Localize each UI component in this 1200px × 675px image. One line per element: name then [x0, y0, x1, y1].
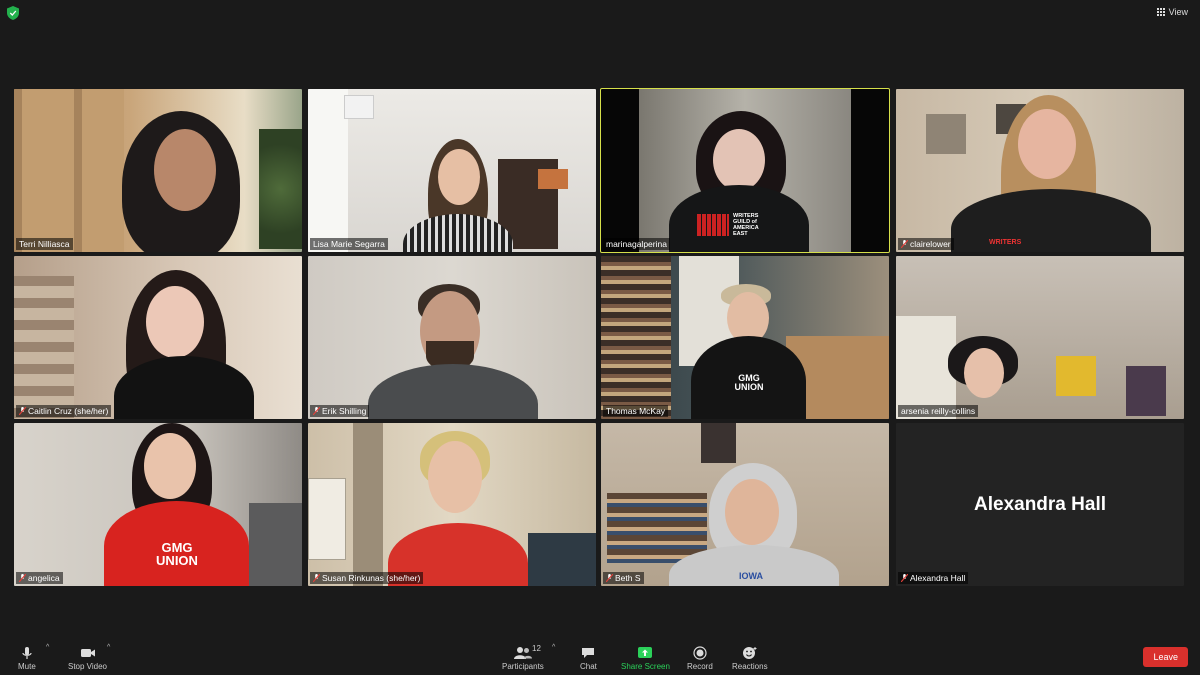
video-tile[interactable]: Terri Nilliasca: [14, 89, 302, 252]
video-tile[interactable]: GMG UNION angelica: [14, 423, 302, 586]
video-tile[interactable]: Erik Shilling: [308, 256, 596, 419]
participant-name: Thomas McKay: [606, 406, 666, 416]
shirt-logo: [697, 214, 729, 236]
participant-name-tag: angelica: [16, 572, 63, 584]
top-bar: View: [0, 0, 1200, 28]
mute-button[interactable]: Mute: [18, 646, 36, 671]
muted-mic-icon: [901, 574, 908, 582]
participant-name-tag: Erik Shilling: [310, 405, 370, 417]
video-tile[interactable]: Susan Rinkunas (she/her): [308, 423, 596, 586]
video-tile[interactable]: Lisa Marie Segarra: [308, 89, 596, 252]
participant-name: angelica: [28, 573, 60, 583]
video-tile[interactable]: Caitlin Cruz (she/her): [14, 256, 302, 419]
participant-name-tag: arsenia reilly-collins: [898, 405, 979, 417]
record-button[interactable]: Record: [687, 646, 713, 671]
mute-options-caret-icon[interactable]: ^: [46, 644, 49, 651]
muted-mic-icon: [313, 407, 320, 415]
record-icon: [693, 646, 707, 660]
participant-display-name: Alexandra Hall: [974, 493, 1106, 515]
participant-name: clairelower: [910, 239, 951, 249]
stop-video-label: Stop Video: [68, 662, 107, 671]
shirt-text: IOWA: [739, 571, 763, 581]
video-options-caret-icon[interactable]: ^: [107, 644, 110, 651]
video-tile[interactable]: IOWA Beth S: [601, 423, 889, 586]
participant-name-tag: Susan Rinkunas (she/her): [310, 572, 424, 584]
participants-icon: [513, 647, 532, 659]
smiley-reaction-icon: [742, 647, 757, 659]
reactions-button[interactable]: Reactions: [732, 646, 768, 671]
participant-name: Susan Rinkunas (she/her): [322, 573, 421, 583]
shirt-text: WRITERS GUILD of AMERICA EAST: [733, 213, 759, 237]
chat-button[interactable]: Chat: [580, 646, 597, 671]
view-button[interactable]: View: [1156, 7, 1188, 17]
participant-name-tag: Thomas McKay: [603, 405, 669, 417]
participant-name: arsenia reilly-collins: [901, 406, 976, 416]
video-tile-active-speaker[interactable]: WRITERS GUILD of AMERICA EAST marinagalp…: [600, 88, 890, 253]
video-camera-icon: [80, 649, 95, 657]
encryption-shield-icon[interactable]: [7, 6, 19, 20]
participant-name: Alexandra Hall: [910, 573, 966, 583]
participant-name-tag: Beth S: [603, 572, 644, 584]
shirt-text: GMG UNION: [156, 540, 198, 568]
participant-name-tag: Caitlin Cruz (she/her): [16, 405, 112, 417]
muted-mic-icon: [313, 574, 320, 582]
shirt-text: WRITERS: [989, 239, 1022, 246]
muted-mic-icon: [19, 574, 26, 582]
mute-label: Mute: [18, 662, 36, 671]
video-tile[interactable]: GMG UNION Thomas McKay: [601, 256, 889, 419]
share-screen-button[interactable]: Share Screen: [621, 646, 670, 671]
participant-name: Terri Nilliasca: [19, 239, 70, 249]
microphone-icon: [22, 647, 32, 659]
participants-count: 12: [532, 644, 541, 653]
share-screen-label: Share Screen: [621, 662, 670, 671]
gallery-grid-icon: [1156, 8, 1165, 16]
video-tile[interactable]: arsenia reilly-collins: [896, 256, 1184, 419]
muted-mic-icon: [901, 240, 908, 248]
view-label: View: [1168, 7, 1188, 17]
muted-mic-icon: [606, 574, 613, 582]
meeting-toolbar: Mute ^ Stop Video ^ Participants 12 ^ Ch…: [0, 637, 1200, 675]
participant-name: Erik Shilling: [322, 406, 367, 416]
participant-name-tag: Lisa Marie Segarra: [310, 238, 388, 250]
record-label: Record: [687, 662, 713, 671]
participant-name: marinagalperina: [606, 239, 667, 249]
participant-name: Lisa Marie Segarra: [313, 239, 385, 249]
participant-name: Caitlin Cruz (she/her): [28, 406, 109, 416]
participant-name-tag: clairelower: [898, 238, 954, 250]
participants-options-caret-icon[interactable]: ^: [552, 644, 555, 651]
muted-mic-icon: [19, 407, 26, 415]
share-screen-icon: [638, 647, 653, 658]
participant-name-tag: marinagalperina: [603, 238, 670, 250]
chat-label: Chat: [580, 662, 597, 671]
participant-name-tag: Terri Nilliasca: [16, 238, 73, 250]
stop-video-button[interactable]: Stop Video: [68, 646, 107, 671]
chat-bubble-icon: [582, 648, 595, 658]
video-tile-no-video[interactable]: Alexandra Hall Alexandra Hall: [896, 423, 1184, 586]
leave-meeting-button[interactable]: Leave: [1143, 647, 1188, 667]
shirt-text: GMG UNION: [734, 373, 764, 392]
participants-label: Participants: [502, 662, 544, 671]
video-tile[interactable]: WRITERS clairelower: [896, 89, 1184, 252]
reactions-label: Reactions: [732, 662, 768, 671]
participant-name: Beth S: [615, 573, 641, 583]
participant-name-tag: Alexandra Hall: [898, 572, 969, 584]
